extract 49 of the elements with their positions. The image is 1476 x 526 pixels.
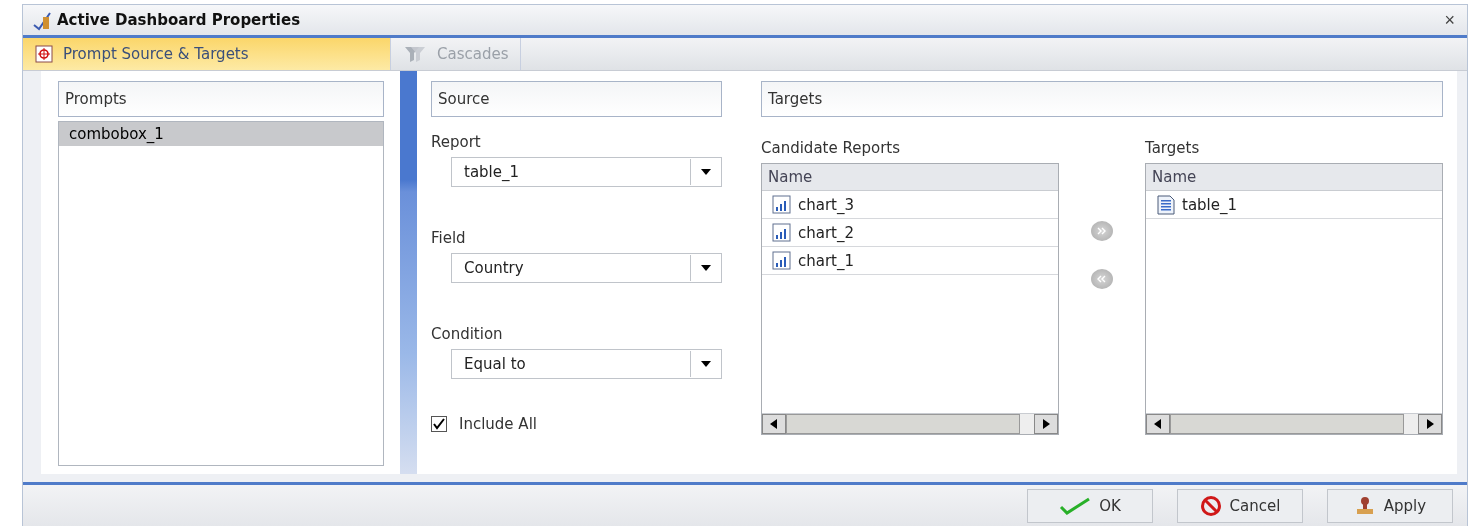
report-row[interactable]: chart_1 [762, 247, 1058, 275]
right-arrow-icon [1426, 419, 1434, 429]
bar-chart-icon [772, 222, 792, 243]
check-icon [1059, 497, 1092, 515]
dropdown[interactable]: table_1 [451, 157, 722, 187]
targets-header: Targets [761, 81, 1443, 117]
field-label: Field [431, 229, 467, 247]
dialog-button[interactable]: Apply [1327, 489, 1453, 523]
dropdown[interactable]: Country [451, 253, 722, 283]
dialog-button[interactable]: Cancel [1177, 489, 1303, 523]
checkbox[interactable] [431, 416, 447, 432]
move-left-button[interactable] [1091, 269, 1113, 289]
report-name: chart_1 [798, 251, 855, 270]
checkbox-label: Include All [459, 415, 537, 433]
list-title: Candidate Reports [761, 139, 901, 157]
report-name: chart_2 [798, 223, 855, 242]
funnel-icon [403, 45, 427, 63]
prompts-header: Prompts [58, 81, 385, 117]
splitter[interactable] [400, 71, 417, 474]
tab[interactable]: Prompt Source & Targets [23, 38, 391, 70]
target-icon [35, 45, 53, 63]
list-title: Targets [1145, 139, 1201, 157]
column-header[interactable]: Name [1146, 164, 1442, 191]
prompt-item[interactable]: combobox_1 [59, 122, 384, 146]
window-title: Active Dashboard Properties [57, 11, 302, 29]
report-row[interactable]: table_1 [1146, 191, 1442, 219]
left-arrow-icon [1154, 419, 1162, 429]
field-label: Condition [431, 325, 504, 343]
report-row[interactable]: chart_2 [762, 219, 1058, 247]
bar-chart-icon [772, 194, 792, 215]
field-label: Report [431, 133, 482, 151]
report-name: table_1 [1182, 195, 1238, 214]
column-header[interactable]: Name [762, 164, 1058, 191]
dialog-button[interactable]: OK [1027, 489, 1153, 523]
move-right-button[interactable] [1091, 221, 1113, 241]
close-button[interactable]: × [1440, 9, 1459, 31]
dropdown[interactable]: Equal to [451, 349, 722, 379]
document-icon [1156, 194, 1176, 215]
report-row[interactable]: chart_3 [762, 191, 1058, 219]
source-header: Source [431, 81, 722, 117]
horizontal-scrollbar[interactable] [762, 413, 1058, 434]
horizontal-scrollbar[interactable] [1146, 413, 1442, 434]
bar-chart-icon [772, 250, 792, 271]
prohibited-icon [1199, 495, 1222, 517]
left-arrow-icon [770, 419, 778, 429]
right-arrow-icon [1042, 419, 1050, 429]
double-chevron-right-icon [1097, 226, 1107, 235]
report-name: chart_3 [798, 195, 855, 214]
double-chevron-left-icon [1097, 274, 1107, 283]
